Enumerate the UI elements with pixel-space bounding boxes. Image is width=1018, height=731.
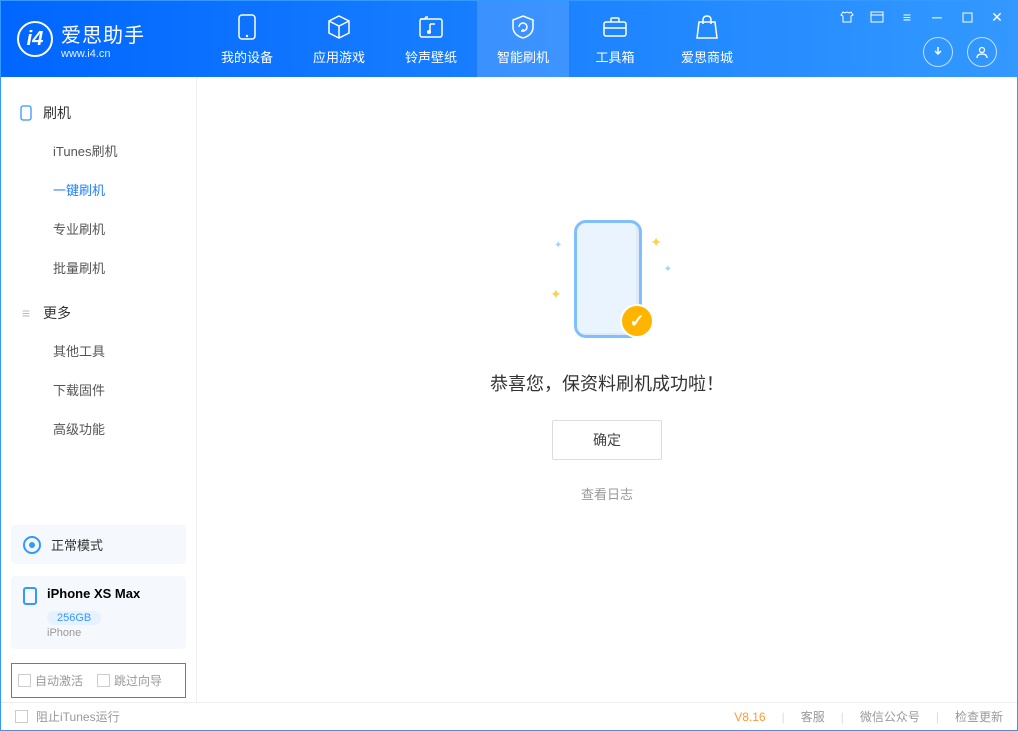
user-button[interactable] — [967, 37, 997, 67]
sidebar-section-flash: 刷机 — [1, 95, 196, 131]
skip-guide-checkbox[interactable]: 跳过向导 — [97, 672, 162, 689]
nav-tab-store[interactable]: 爱思商城 — [661, 1, 753, 77]
phone-icon — [19, 106, 33, 120]
sidebar-item-itunes-flash[interactable]: iTunes刷机 — [1, 131, 196, 170]
logo-section: i4 爱思助手 www.i4.cn — [1, 19, 201, 60]
status-bar: 阻止iTunes运行 V8.16 | 客服 | 微信公众号 | 检查更新 — [1, 702, 1017, 730]
ok-button[interactable]: 确定 — [552, 420, 662, 460]
brand-name: 爱思助手 — [61, 19, 145, 48]
list-icon[interactable]: ≡ — [899, 9, 915, 25]
sparkle-icon: ✦ — [664, 264, 672, 275]
bag-icon — [693, 13, 721, 41]
nav-tab-flash[interactable]: 智能刷机 — [477, 1, 569, 77]
list-icon: ≡ — [19, 306, 33, 320]
checkbox-row: 自动激活 跳过向导 — [11, 663, 186, 698]
update-link[interactable]: 检查更新 — [955, 708, 1003, 725]
section-title: 刷机 — [43, 103, 71, 123]
logo-icon: i4 — [17, 21, 53, 57]
device-name: iPhone XS Max — [47, 586, 140, 601]
success-illustration: ✦ ✦ ✦ ✦ ✓ — [542, 216, 672, 346]
device-info-card[interactable]: iPhone XS Max 256GB iPhone — [11, 576, 186, 649]
device-icon — [233, 13, 261, 41]
nav-label: 工具箱 — [595, 47, 634, 66]
mode-icon — [23, 536, 41, 554]
sidebar-section-more: ≡ 更多 — [1, 295, 196, 331]
nav-tab-toolbox[interactable]: 工具箱 — [569, 1, 661, 77]
device-mode-label: 正常模式 — [51, 535, 103, 554]
view-log-link[interactable]: 查看日志 — [581, 484, 633, 503]
section-title: 更多 — [43, 303, 71, 323]
sidebar-item-oneclick-flash[interactable]: 一键刷机 — [1, 170, 196, 209]
menu-icon[interactable] — [869, 9, 885, 25]
download-button[interactable] — [923, 37, 953, 67]
checkmark-badge: ✓ — [620, 304, 654, 338]
auto-activate-checkbox[interactable]: 自动激活 — [18, 672, 83, 689]
window-controls: ≡ ─ ✕ — [839, 9, 1005, 25]
sparkle-icon: ✦ — [650, 234, 662, 251]
success-message: 恭喜您，保资料刷机成功啦！ — [490, 370, 724, 396]
sidebar-item-batch-flash[interactable]: 批量刷机 — [1, 248, 196, 287]
minimize-icon[interactable]: ─ — [929, 9, 945, 25]
phone-outline-icon — [23, 587, 37, 605]
title-bar: i4 爱思助手 www.i4.cn 我的设备 应用游戏 铃声壁纸 智能刷机 工具… — [1, 1, 1017, 77]
device-mode-card[interactable]: 正常模式 — [11, 525, 186, 564]
nav-tabs: 我的设备 应用游戏 铃声壁纸 智能刷机 工具箱 爱思商城 — [201, 1, 753, 77]
sidebar-item-other-tools[interactable]: 其他工具 — [1, 331, 196, 370]
sidebar-item-advanced[interactable]: 高级功能 — [1, 409, 196, 448]
toolbox-icon — [601, 13, 629, 41]
version-label: V8.16 — [734, 710, 765, 724]
support-link[interactable]: 客服 — [801, 708, 825, 725]
nav-tab-ringtone[interactable]: 铃声壁纸 — [385, 1, 477, 77]
music-folder-icon — [417, 13, 445, 41]
shirt-icon[interactable] — [839, 9, 855, 25]
block-itunes-checkbox[interactable]: 阻止iTunes运行 — [15, 708, 120, 725]
close-icon[interactable]: ✕ — [989, 9, 1005, 25]
brand-url: www.i4.cn — [61, 48, 145, 60]
wechat-link[interactable]: 微信公众号 — [860, 708, 920, 725]
nav-label: 智能刷机 — [497, 47, 549, 66]
nav-label: 爱思商城 — [681, 47, 733, 66]
sidebar-item-download-firmware[interactable]: 下载固件 — [1, 370, 196, 409]
cube-icon — [325, 13, 353, 41]
storage-badge: 256GB — [47, 611, 101, 625]
nav-tab-apps[interactable]: 应用游戏 — [293, 1, 385, 77]
shield-sync-icon — [509, 13, 537, 41]
nav-label: 我的设备 — [221, 47, 273, 66]
sparkle-icon: ✦ — [550, 286, 562, 303]
device-type: iPhone — [47, 627, 174, 639]
nav-tab-device[interactable]: 我的设备 — [201, 1, 293, 77]
main-content: ✦ ✦ ✦ ✦ ✓ 恭喜您，保资料刷机成功啦！ 确定 查看日志 — [197, 77, 1017, 702]
account-icons — [923, 37, 997, 67]
maximize-icon[interactable] — [959, 9, 975, 25]
sparkle-icon: ✦ — [554, 240, 562, 251]
sidebar-item-pro-flash[interactable]: 专业刷机 — [1, 209, 196, 248]
nav-label: 铃声壁纸 — [405, 47, 457, 66]
nav-label: 应用游戏 — [313, 47, 365, 66]
sidebar: 刷机 iTunes刷机 一键刷机 专业刷机 批量刷机 ≡ 更多 其他工具 下载固… — [1, 77, 197, 702]
